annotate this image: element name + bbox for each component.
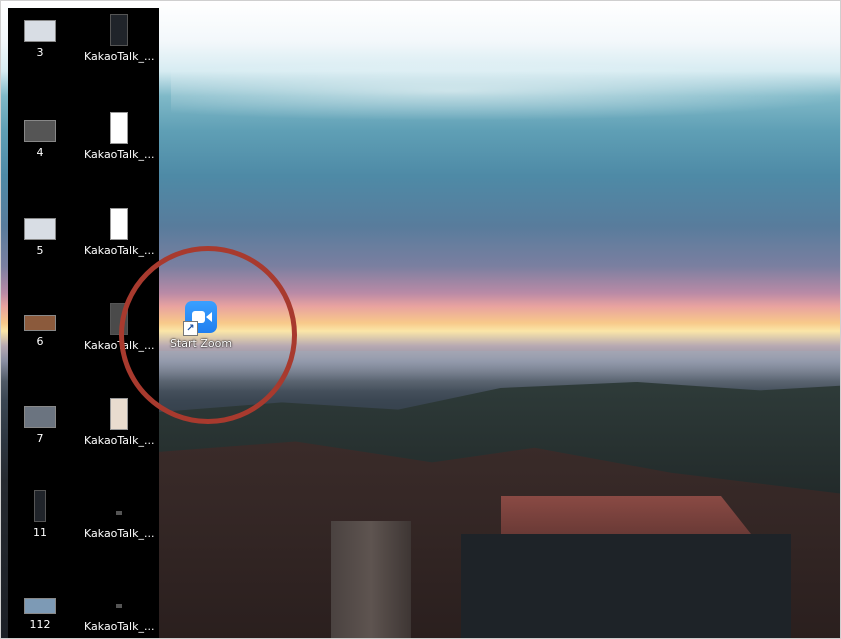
desktop-icon-label: 4 — [36, 146, 44, 159]
desktop-icon-label: 11 — [33, 526, 47, 539]
desktop-icon-label: 3 — [36, 46, 44, 59]
desktop-icon-label: KakaoTalk_... — [84, 50, 155, 63]
screenshot-icon — [24, 120, 56, 142]
desktop-icon-label: 5 — [36, 244, 44, 257]
photo-icon — [24, 315, 56, 331]
wallpaper-stage — [461, 534, 791, 638]
desktop-icon-label: KakaoTalk_... — [84, 244, 155, 257]
desktop-icon[interactable]: KakaoTalk_... — [84, 112, 154, 161]
desktop-icon-label: KakaoTalk_... — [84, 148, 155, 161]
desktop-icon[interactable]: KakaoTalk_... — [84, 503, 154, 540]
screenshot-frame: 3 4 5 6 7 11 112 KakaoTalk_... KakaoTalk… — [0, 0, 841, 639]
desktop-icon[interactable]: 4 — [5, 120, 75, 159]
desktop-icon[interactable]: 6 — [5, 315, 75, 348]
wallpaper-roof — [501, 496, 751, 534]
desktop-icon-label: 7 — [36, 432, 44, 445]
desktop-icon[interactable]: 11 — [5, 490, 75, 539]
image-file-icon — [110, 398, 128, 430]
image-file-icon — [116, 604, 122, 608]
wallpaper-cloud — [171, 61, 840, 121]
desktop-icon[interactable]: 112 — [5, 598, 75, 631]
desktop-icon-label: 112 — [29, 618, 51, 631]
image-file-icon — [110, 14, 128, 46]
desktop-icon-label: KakaoTalk_... — [84, 620, 155, 633]
desktop-icon[interactable]: 3 — [5, 20, 75, 59]
desktop-icon[interactable]: KakaoTalk_... — [84, 208, 154, 257]
desktop-icon[interactable]: 5 — [5, 218, 75, 257]
desktop-icon-label: KakaoTalk_... — [84, 527, 155, 540]
photo-icon — [24, 406, 56, 428]
desktop-icon-label: 6 — [36, 335, 44, 348]
screenshot-icon — [24, 20, 56, 42]
desktop[interactable]: 3 4 5 6 7 11 112 KakaoTalk_... KakaoTalk… — [1, 1, 840, 638]
image-file-icon — [116, 511, 122, 515]
photo-icon — [24, 598, 56, 614]
highlight-circle-annotation — [119, 246, 297, 424]
desktop-icon[interactable]: 7 — [5, 406, 75, 445]
desktop-icon[interactable]: KakaoTalk_... — [84, 596, 154, 633]
desktop-icon-label: KakaoTalk_... — [84, 434, 155, 447]
image-file-icon — [110, 112, 128, 144]
image-file-icon — [110, 208, 128, 240]
desktop-icon[interactable]: KakaoTalk_... — [84, 14, 154, 63]
wallpaper-silo — [331, 521, 411, 638]
screenshot-icon — [24, 218, 56, 240]
photo-icon — [34, 490, 46, 522]
desktop-icon[interactable]: KakaoTalk_... — [84, 398, 154, 447]
